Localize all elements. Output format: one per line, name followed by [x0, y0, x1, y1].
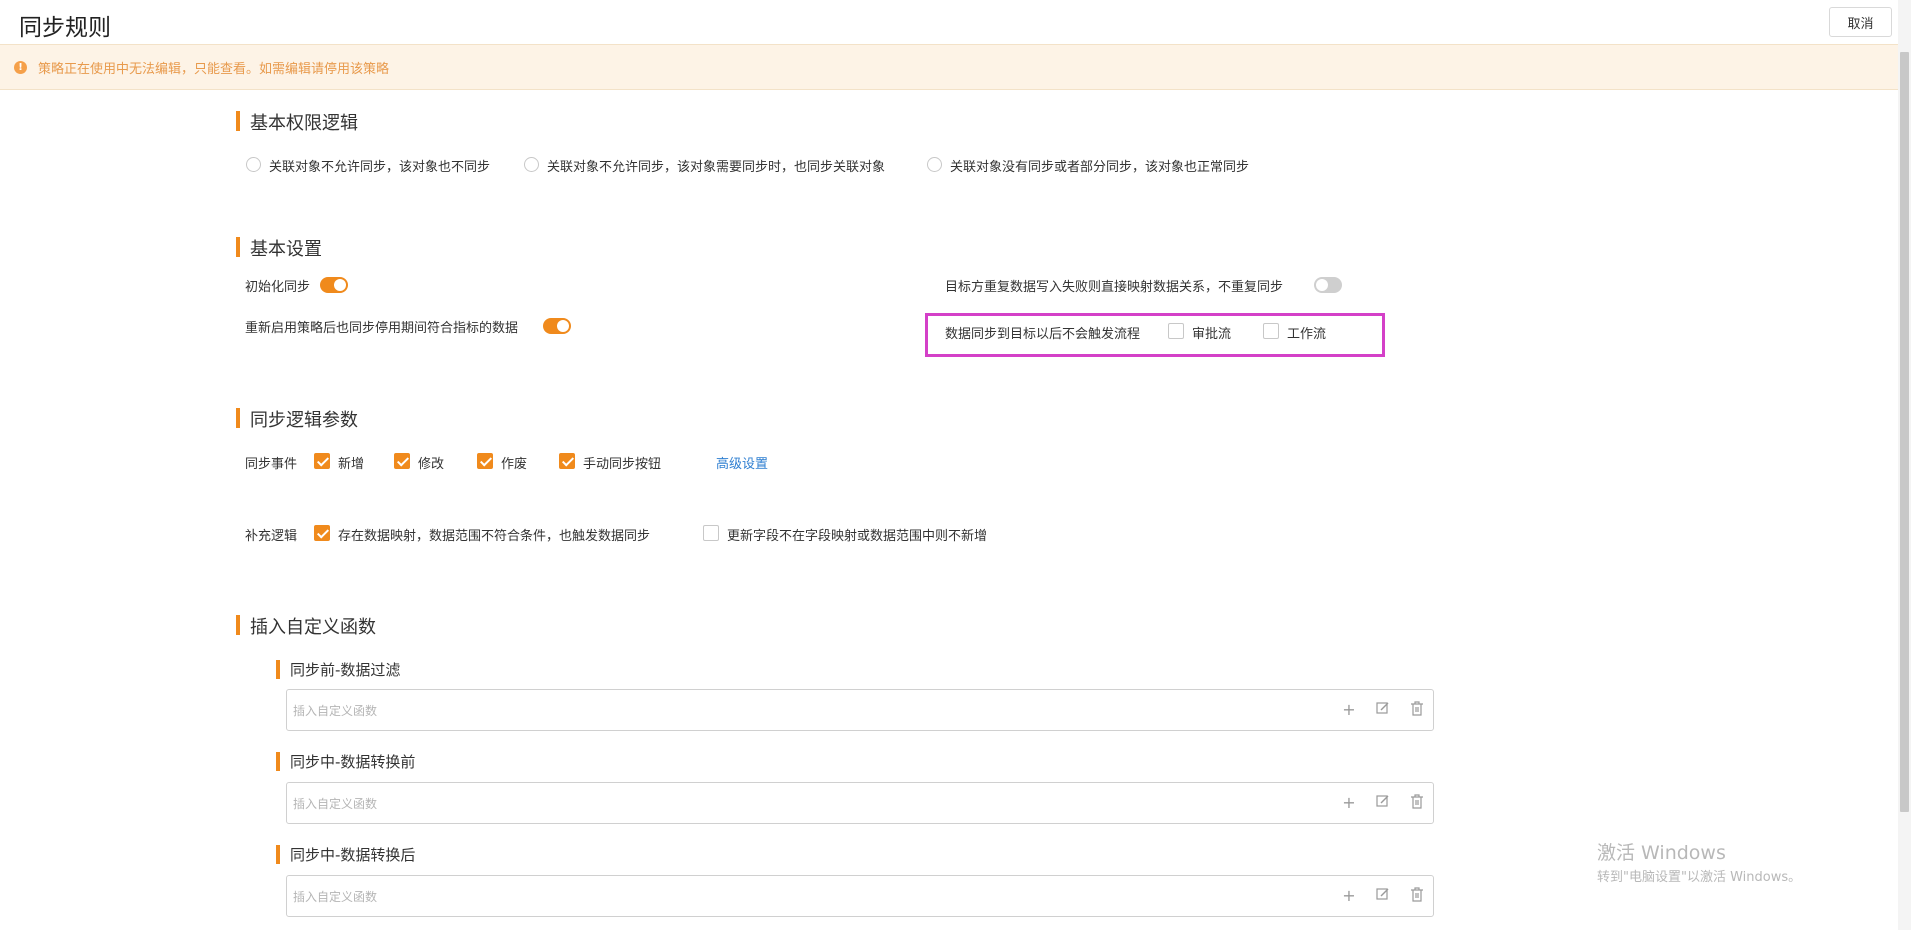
event-add-checkbox[interactable] [314, 453, 330, 469]
radio-permission-2[interactable] [524, 157, 539, 172]
delete-icon[interactable] [1409, 794, 1425, 812]
fn-group-2-title: 同步中-数据转换前 [276, 751, 415, 772]
init-sync-label: 初始化同步 [245, 280, 311, 295]
radio-permission-3-label: 关联对象没有同步或者部分同步，该对象也正常同步 [950, 160, 1250, 175]
event-manual-label: 手动同步按钮 [583, 457, 662, 472]
edit-icon[interactable] [1375, 794, 1391, 812]
section-title-basic-settings: 基本设置 [236, 235, 322, 261]
warning-icon: ! [14, 61, 27, 74]
event-add-label: 新增 [338, 457, 365, 472]
windows-watermark-title: 激活 Windows [1597, 842, 1726, 864]
fn-group-1-placeholder: 插入自定义函数 [293, 704, 378, 718]
add-icon[interactable]: + [1341, 794, 1357, 812]
init-sync-toggle[interactable] [320, 277, 348, 293]
workflow-label: 工作流 [1287, 327, 1327, 342]
warning-banner: ! 策略正在使用中无法编辑，只能查看。如需编辑请停用该策略 [0, 44, 1898, 90]
supplement-1-label: 存在数据映射，数据范围不符合条件，也触发数据同步 [338, 529, 651, 544]
supplement-label: 补充逻辑 [245, 529, 298, 544]
fn-group-2-placeholder: 插入自定义函数 [293, 797, 378, 811]
event-manual-checkbox[interactable] [559, 453, 575, 469]
event-void-label: 作废 [501, 457, 528, 472]
section-title-permission: 基本权限逻辑 [236, 109, 358, 135]
windows-watermark-subtitle: 转到"电脑设置"以激活 Windows。 [1597, 870, 1802, 885]
header-bar: 同步规则 取消 [0, 0, 1898, 43]
restart-sync-toggle[interactable] [543, 318, 571, 334]
radio-permission-1-label: 关联对象不允许同步，该对象也不同步 [269, 160, 491, 175]
edit-icon[interactable] [1375, 701, 1391, 719]
fn-group-3-input[interactable]: 插入自定义函数 + [286, 875, 1434, 917]
approval-flow-label: 审批流 [1192, 327, 1232, 342]
delete-icon[interactable] [1409, 887, 1425, 905]
supplement-2-label: 更新字段不在字段映射或数据范围中则不新增 [727, 529, 988, 544]
delete-icon[interactable] [1409, 701, 1425, 719]
event-void-checkbox[interactable] [477, 453, 493, 469]
dup-write-label: 目标方重复数据写入失败则直接映射数据关系，不重复同步 [945, 280, 1284, 295]
supplement-2-checkbox[interactable] [703, 525, 719, 541]
page-title: 同步规则 [19, 15, 111, 41]
event-edit-label: 修改 [418, 457, 445, 472]
section-title-custom-functions: 插入自定义函数 [236, 613, 376, 639]
radio-permission-1[interactable] [246, 157, 261, 172]
fn-group-1-title: 同步前-数据过滤 [276, 659, 400, 680]
section-title-sync-logic: 同步逻辑参数 [236, 406, 358, 432]
radio-permission-2-label: 关联对象不允许同步，该对象需要同步时，也同步关联对象 [547, 160, 886, 175]
fn-group-2-input[interactable]: 插入自定义函数 + [286, 782, 1434, 824]
cancel-button[interactable]: 取消 [1829, 7, 1892, 37]
add-icon[interactable]: + [1341, 701, 1357, 719]
banner-text: 策略正在使用中无法编辑，只能查看。如需编辑请停用该策略 [38, 62, 390, 77]
radio-permission-3[interactable] [927, 157, 942, 172]
sync-events-label: 同步事件 [245, 457, 298, 472]
dup-write-toggle[interactable] [1314, 277, 1342, 293]
restart-sync-label: 重新启用策略后也同步停用期间符合指标的数据 [245, 321, 519, 336]
add-icon[interactable]: + [1341, 887, 1357, 905]
scrollbar[interactable] [1898, 0, 1911, 930]
fn-group-3-title: 同步中-数据转换后 [276, 844, 415, 865]
event-edit-checkbox[interactable] [394, 453, 410, 469]
scrollbar-thumb[interactable] [1900, 52, 1909, 812]
fn-group-1-input[interactable]: 插入自定义函数 + [286, 689, 1434, 731]
fn-group-3-placeholder: 插入自定义函数 [293, 890, 378, 904]
approval-flow-checkbox[interactable] [1168, 323, 1184, 339]
advanced-settings-link[interactable]: 高级设置 [716, 453, 768, 472]
workflow-checkbox[interactable] [1263, 323, 1279, 339]
no-trigger-label: 数据同步到目标以后不会触发流程 [945, 327, 1141, 342]
edit-icon[interactable] [1375, 887, 1391, 905]
supplement-1-checkbox[interactable] [314, 525, 330, 541]
